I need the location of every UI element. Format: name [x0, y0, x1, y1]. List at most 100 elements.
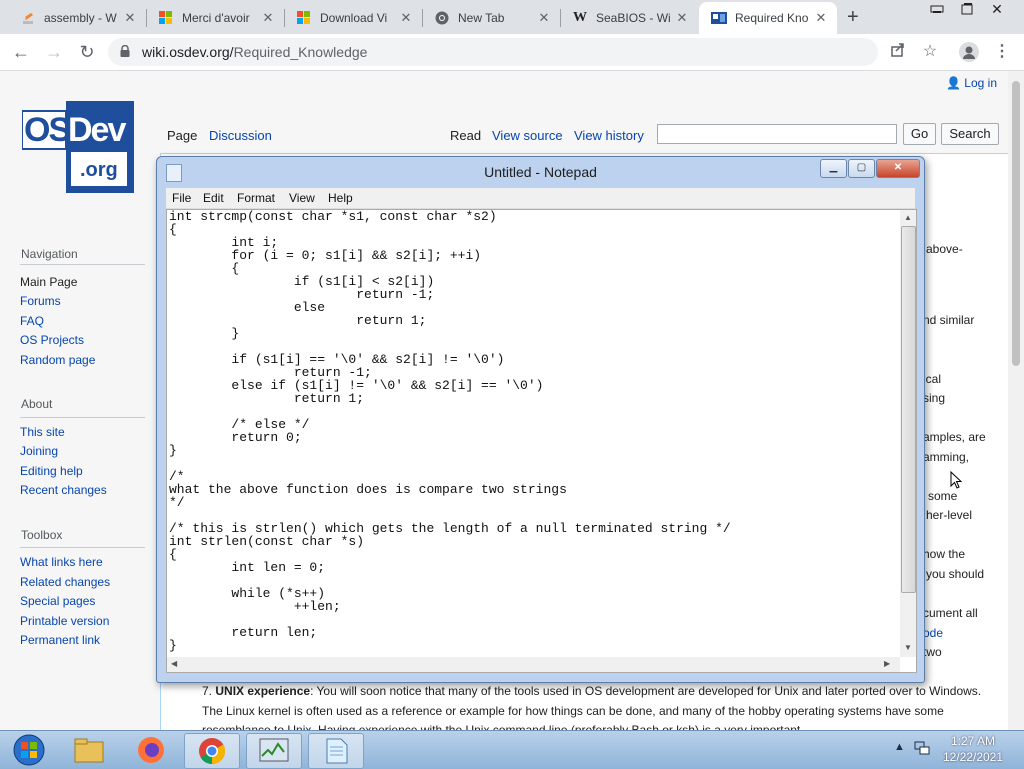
horizontal-scrollbar[interactable]: ◀ ▶ [167, 657, 900, 672]
tab-discussion[interactable]: Discussion [209, 128, 272, 143]
browser-tab[interactable]: W SeaBIOS - Wi ✕ [560, 2, 698, 34]
sidebar-link-random-page[interactable]: Random page [20, 353, 95, 367]
menu-file[interactable]: File [172, 191, 191, 205]
scroll-left-icon[interactable]: ◀ [171, 659, 177, 668]
menu-kebab-icon[interactable]: ⋮ [992, 42, 1012, 62]
toolbox-heading: Toolbox [21, 528, 63, 542]
go-button[interactable]: Go [903, 123, 936, 145]
menu-format[interactable]: Format [237, 191, 275, 205]
menu-view[interactable]: View [289, 191, 315, 205]
clock-date: 12/22/2021 [942, 750, 1004, 764]
menu-help[interactable]: Help [328, 191, 353, 205]
sidebar-link-special-pages[interactable]: Special pages [20, 594, 95, 608]
sidebar-link-os-projects[interactable]: OS Projects [20, 333, 84, 347]
osdev-icon [711, 10, 727, 26]
article-link-fragment[interactable]: ode [923, 626, 943, 640]
browser-tab[interactable]: Download Vi ✕ [284, 2, 422, 34]
close-tab-icon[interactable]: ✕ [813, 10, 829, 26]
tab-view-source[interactable]: View source [492, 128, 563, 143]
tab-read[interactable]: Read [450, 128, 481, 143]
lock-icon [120, 45, 130, 57]
close-tab-icon[interactable]: ✕ [398, 10, 414, 26]
close-window-icon[interactable]: ✕ [983, 2, 1011, 18]
chrome-icon[interactable] [184, 733, 240, 769]
article-text-fragment: sing [923, 391, 946, 405]
tab-page[interactable]: Page [167, 128, 197, 143]
sidebar-link-editing-help[interactable]: Editing help [20, 464, 83, 478]
sidebar-link-permanent-link[interactable]: Permanent link [20, 633, 100, 647]
article-text-fragment: cument all [923, 606, 978, 620]
article-text-fragment: amming, [923, 450, 970, 464]
sidebar-link-what-links-here[interactable]: What links here [20, 555, 103, 569]
system-clock[interactable]: 1:27 AM 12/22/2021 [940, 733, 1006, 765]
page-scrollbar[interactable] [1008, 71, 1024, 730]
code-text[interactable]: int strcmp(const char *s1, const char *s… [169, 210, 731, 652]
article-text-fragment: two [923, 645, 942, 659]
close-icon[interactable]: ✕ [876, 159, 920, 178]
tab-title: assembly - W [44, 11, 117, 25]
address-bar[interactable]: wiki.osdev.org/Required_Knowledge [108, 38, 878, 66]
tab-title: New Tab [458, 11, 505, 25]
new-tab-icon[interactable]: + [847, 7, 859, 27]
sidebar-link-faq[interactable]: FAQ [20, 314, 44, 328]
notepad-window[interactable]: Untitled - Notepad ▁ ▢ ✕ File Edit Forma… [156, 156, 925, 683]
minimize-icon[interactable]: ▁ [820, 159, 847, 178]
close-tab-icon[interactable]: ✕ [122, 10, 138, 26]
firefox-icon[interactable] [124, 733, 178, 767]
sidebar-link-related-changes[interactable]: Related changes [20, 575, 110, 589]
url-path: Required_Knowledge [233, 44, 368, 60]
close-tab-icon[interactable]: ✕ [674, 10, 690, 26]
divider [20, 417, 145, 418]
scrollbar-thumb[interactable] [901, 226, 916, 593]
notepad-text-area[interactable]: int strcmp(const char *s1, const char *s… [166, 209, 917, 673]
sidebar-link-main-page[interactable]: Main Page [20, 275, 77, 289]
network-icon[interactable] [914, 741, 930, 758]
mouse-cursor-icon [950, 471, 962, 489]
stackoverflow-icon [20, 10, 36, 26]
tab-view-history[interactable]: View history [574, 128, 644, 143]
close-tab-icon[interactable]: ✕ [260, 10, 276, 26]
forward-icon[interactable]: → [44, 42, 64, 62]
microsoft-icon [296, 10, 312, 26]
sidebar-link-printable-version[interactable]: Printable version [20, 614, 109, 628]
sidebar-link-forums[interactable]: Forums [20, 294, 61, 308]
article-text-fragment: nd similar [923, 313, 975, 327]
show-hidden-icons-icon[interactable]: ▲ [894, 741, 905, 753]
browser-tab[interactable]: assembly - W ✕ [8, 2, 146, 34]
search-button[interactable]: Search [941, 123, 999, 145]
list-item-title: UNIX experience [215, 684, 311, 698]
browser-tab[interactable]: Merci d'avoir ✕ [146, 2, 284, 34]
login-link[interactable]: 👤 Log in [946, 76, 997, 90]
sidebar-link-this-site[interactable]: This site [20, 425, 65, 439]
profile-avatar-icon[interactable] [959, 42, 979, 62]
file-explorer-icon[interactable] [62, 733, 116, 767]
maximize-icon[interactable]: ▢ [848, 159, 875, 178]
browser-tab-active[interactable]: Required Kno ✕ [699, 2, 837, 34]
restore-icon[interactable] [953, 2, 981, 18]
minimize-icon[interactable] [923, 2, 951, 18]
tab-title: Required Kno [735, 11, 809, 25]
start-orb-icon[interactable] [2, 733, 56, 767]
scroll-right-icon[interactable]: ▶ [884, 659, 890, 668]
notepad-icon[interactable] [308, 733, 364, 769]
notepad-window-controls: ▁ ▢ ✕ [819, 159, 920, 178]
browser-tab[interactable]: New Tab ✕ [422, 2, 560, 34]
back-icon[interactable]: ← [11, 42, 31, 62]
sidebar-link-recent-changes[interactable]: Recent changes [20, 483, 107, 497]
reload-icon[interactable]: ↻ [77, 42, 97, 62]
scroll-up-icon[interactable]: ▲ [904, 213, 912, 222]
close-tab-icon[interactable]: ✕ [536, 10, 552, 26]
osdev-logo[interactable]: OS Dev .org [21, 101, 134, 193]
notepad-title: Untitled - Notepad [484, 164, 597, 180]
sidebar-link-joining[interactable]: Joining [20, 444, 58, 458]
task-manager-icon[interactable] [246, 733, 302, 769]
scroll-down-icon[interactable]: ▼ [904, 643, 912, 652]
wiki-search-input[interactable] [657, 124, 897, 144]
bookmark-star-icon[interactable]: ☆ [920, 42, 940, 62]
browser-toolbar: ← → ↻ wiki.osdev.org/Required_Knowledge … [0, 34, 1024, 71]
page-scrollbar-thumb[interactable] [1012, 81, 1020, 366]
menu-edit[interactable]: Edit [203, 191, 224, 205]
tab-title: SeaBIOS - Wi [596, 11, 671, 25]
vertical-scrollbar[interactable]: ▲ ▼ [900, 210, 916, 657]
share-icon[interactable] [888, 42, 908, 62]
